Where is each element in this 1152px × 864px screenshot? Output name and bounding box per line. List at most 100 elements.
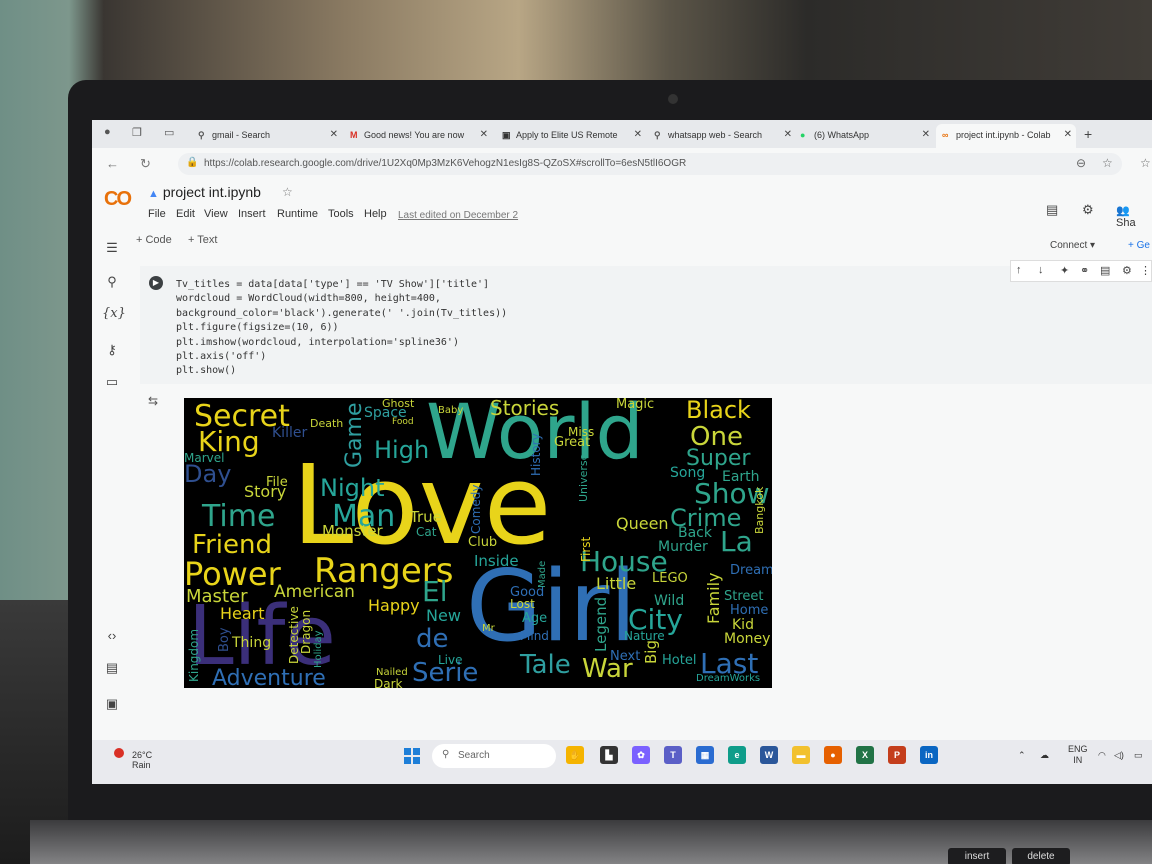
variables-icon[interactable]: {x}	[102, 306, 126, 321]
connect-button[interactable]: Connect ▾	[1050, 240, 1095, 251]
taskbar-search-input[interactable]: ⚲ Search	[432, 744, 556, 768]
volume-icon[interactable]: ◁)	[1114, 750, 1124, 761]
tab-whatsapp-search[interactable]: ⚲ whatsapp web - Search ✕	[648, 124, 796, 148]
lock-icon[interactable]: 🔒	[186, 157, 198, 168]
powerpoint-icon[interactable]: P	[888, 746, 906, 764]
cloud-icon[interactable]: ☁	[1040, 750, 1049, 761]
move-up-icon[interactable]: ↑	[1016, 264, 1022, 276]
new-tab-button[interactable]: +	[1084, 126, 1092, 142]
insert-key[interactable]: insert	[948, 848, 1006, 864]
word-de: de	[416, 624, 449, 654]
close-icon[interactable]: ✕	[784, 129, 792, 140]
table-of-contents-icon[interactable]: ☰	[102, 240, 122, 256]
close-icon[interactable]: ✕	[330, 129, 338, 140]
code-snippets-icon[interactable]: ‹›	[102, 628, 122, 643]
word-monster: Monster	[322, 522, 383, 540]
word-friend: Friend	[192, 530, 272, 560]
command-palette-icon[interactable]: ▤	[102, 660, 122, 676]
tab-actions-icon[interactable]: ▭	[164, 126, 178, 140]
word-true: True	[410, 508, 442, 526]
language-indicator[interactable]: ENG IN	[1068, 744, 1088, 766]
move-down-icon[interactable]: ↓	[1038, 264, 1044, 276]
copilot-icon[interactable]: ✿	[632, 746, 650, 764]
tab-colab-active[interactable]: ∞ project int.ipynb - Colab ✕	[936, 124, 1076, 148]
cell-settings-icon[interactable]: ⚙	[1122, 264, 1132, 277]
weather-widget[interactable]: 26°C Rain	[114, 748, 152, 770]
firefox-icon[interactable]: ●	[824, 746, 842, 764]
word-universe: Universe	[577, 453, 590, 502]
output-actions-icon[interactable]: ⇆	[148, 394, 158, 408]
hands-app-icon[interactable]: ✋	[566, 746, 584, 764]
windows-taskbar	[92, 740, 1152, 784]
sparkle-icon[interactable]: ✦	[1060, 264, 1069, 277]
share-button[interactable]: 👥 Sha	[1116, 204, 1152, 229]
word-new: New	[426, 606, 461, 625]
chevron-up-icon[interactable]: ⌃	[1018, 750, 1026, 761]
run-cell-button[interactable]: ▶	[149, 276, 163, 290]
close-icon[interactable]: ✕	[480, 129, 488, 140]
word-baby: Baby	[438, 405, 464, 416]
tab-gmail[interactable]: M Good news! You are now ✕	[344, 124, 492, 148]
menu-runtime[interactable]: Runtime	[277, 208, 318, 220]
tab-gmail-search[interactable]: ⚲ gmail - Search ✕	[192, 124, 342, 148]
word-holiday: Holiday	[313, 630, 324, 668]
link-icon[interactable]: ⚭	[1080, 264, 1089, 277]
menu-help[interactable]: Help	[364, 208, 387, 220]
back-arrow-icon[interactable]: ←	[106, 156, 119, 171]
file-explorer-icon[interactable]: ▬	[792, 746, 810, 764]
extension-icon[interactable]: ☆	[1140, 156, 1151, 170]
menu-insert[interactable]: Insert	[238, 208, 266, 220]
tab-whatsapp[interactable]: ● (6) WhatsApp ✕	[794, 124, 934, 148]
add-code-button[interactable]: + Code	[136, 234, 172, 246]
linkedin-icon[interactable]: in	[920, 746, 938, 764]
comments-icon[interactable]: ▤	[1046, 202, 1058, 218]
favorite-star-icon[interactable]: ☆	[1102, 156, 1113, 170]
wifi-icon[interactable]: ◠	[1098, 750, 1106, 761]
settings-gear-icon[interactable]: ⚙	[1082, 202, 1094, 218]
terminal-icon[interactable]: ▣	[102, 696, 122, 712]
teams-icon[interactable]: T	[664, 746, 682, 764]
store-icon[interactable]: ▦	[696, 746, 714, 764]
word-happy: Happy	[368, 596, 420, 615]
collections-icon[interactable]: ❐	[132, 126, 146, 140]
task-view-icon[interactable]: ▙	[600, 746, 618, 764]
zoom-icon[interactable]: ⊖	[1076, 156, 1086, 170]
word-next: Next	[610, 649, 641, 664]
tab-label: Apply to Elite US Remote	[516, 130, 618, 140]
search-icon[interactable]: ⚲	[102, 274, 122, 290]
secrets-key-icon[interactable]: ⚷	[102, 342, 122, 358]
menu-edit[interactable]: Edit	[176, 208, 195, 220]
menu-view[interactable]: View	[204, 208, 228, 220]
word-street: Street	[724, 589, 764, 604]
word-mind: Mind	[520, 629, 549, 643]
edge-browser-icon[interactable]: e	[728, 746, 746, 764]
excel-icon[interactable]: X	[856, 746, 874, 764]
code-editor[interactable]: Tv_titles = data[data['type'] == 'TV Sho…	[176, 278, 507, 379]
reload-icon[interactable]: ↻	[140, 156, 151, 172]
wordcloud-output-image: Love Girl World Life Rangers Power Secre…	[184, 398, 772, 688]
last-edited-link[interactable]: Last edited on December 2	[398, 210, 518, 221]
word-marvel: Marvel	[184, 451, 225, 465]
colab-logo[interactable]: CO	[104, 188, 132, 211]
menu-tools[interactable]: Tools	[328, 208, 354, 220]
add-text-button[interactable]: + Text	[188, 234, 217, 246]
tab-apply-remote[interactable]: ▣ Apply to Elite US Remote ✕	[496, 124, 646, 148]
menu-file[interactable]: File	[148, 208, 166, 220]
files-folder-icon[interactable]: ▭	[102, 374, 122, 390]
more-icon[interactable]: ⋮	[1140, 264, 1151, 277]
word-made: Made	[537, 560, 548, 588]
close-icon[interactable]: ✕	[922, 129, 930, 140]
profile-icon[interactable]: ●	[104, 126, 118, 140]
word-kid: Kid	[732, 617, 754, 633]
delete-key[interactable]: delete	[1012, 848, 1070, 864]
close-icon[interactable]: ✕	[1064, 129, 1072, 140]
notebook-title[interactable]: ▲ project int.ipynb	[148, 184, 261, 200]
gemini-button[interactable]: + Ge	[1128, 240, 1150, 251]
battery-icon[interactable]: ▭	[1134, 750, 1143, 761]
windows-start-icon[interactable]	[404, 748, 420, 764]
star-icon[interactable]: ☆	[282, 185, 293, 199]
url-input[interactable]: 🔒 https://colab.research.google.com/driv…	[178, 153, 1122, 175]
word-icon[interactable]: W	[760, 746, 778, 764]
comment-icon[interactable]: ▤	[1100, 264, 1110, 277]
close-icon[interactable]: ✕	[634, 129, 642, 140]
